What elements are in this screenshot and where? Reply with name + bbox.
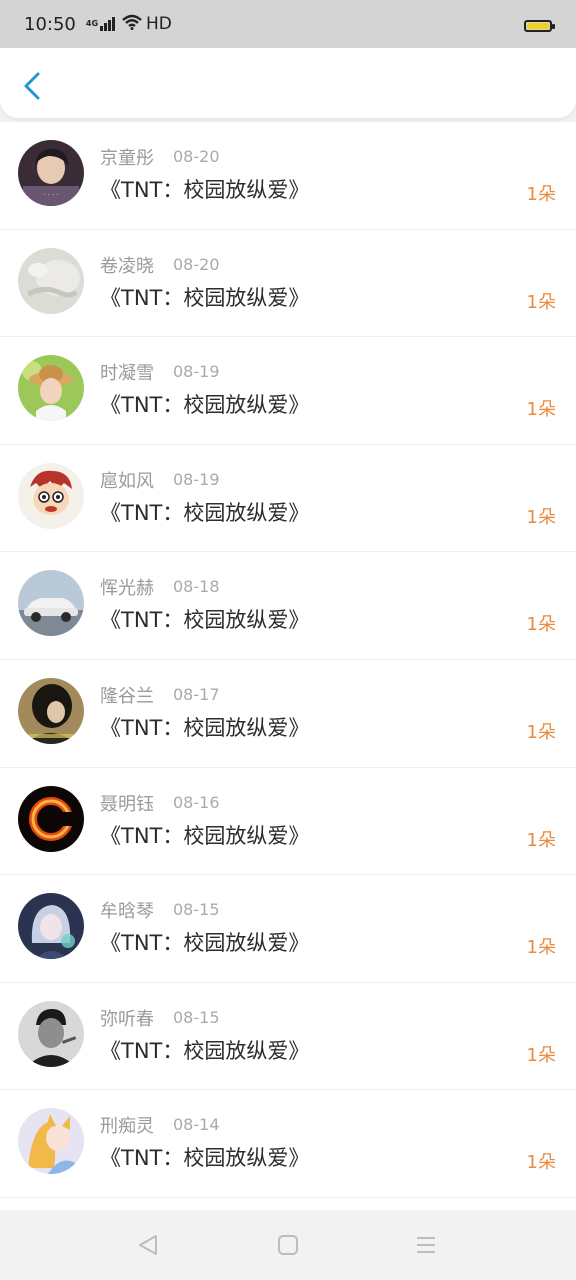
send-date: 08-19 bbox=[173, 469, 220, 489]
gift-amount: 1朵 bbox=[526, 937, 556, 959]
book-title: 《TNT：校园放纵爱》 bbox=[100, 500, 310, 525]
nav-home-button[interactable] bbox=[276, 1233, 300, 1257]
send-date: 08-18 bbox=[173, 577, 220, 597]
svg-text:· · · ·: · · · · bbox=[43, 191, 59, 199]
avatar-fire-letter bbox=[18, 785, 84, 852]
sender-name: 扈如风 bbox=[100, 470, 154, 492]
sender-name: 卷凌晓 bbox=[100, 255, 154, 277]
list-item[interactable]: 聂明钰 08-16 《TNT：校园放纵爱》 1朵 bbox=[0, 768, 576, 876]
sender-name: 刑痴灵 bbox=[100, 1116, 154, 1138]
list-item[interactable]: 牟晗琴 08-15 《TNT：校园放纵爱》 1朵 bbox=[0, 875, 576, 983]
hd-label: HD bbox=[146, 14, 172, 34]
nav-back-button[interactable] bbox=[136, 1233, 160, 1257]
book-title: 《TNT：校园放纵爱》 bbox=[100, 931, 310, 956]
book-title: 《TNT：校园放纵爱》 bbox=[100, 823, 310, 848]
avatar-pale-hand bbox=[18, 247, 84, 314]
list-item[interactable]: 卷凌晓 08-20 《TNT：校园放纵爱》 1朵 bbox=[0, 230, 576, 338]
status-bar: 10:50 4G HD bbox=[0, 0, 576, 48]
book-title: 《TNT：校园放纵爱》 bbox=[100, 393, 310, 418]
avatar-car bbox=[18, 570, 84, 637]
send-date: 08-16 bbox=[173, 792, 220, 812]
avatar-anime-fox bbox=[18, 1108, 84, 1175]
avatar-girl-hat bbox=[18, 355, 84, 422]
gift-amount: 1朵 bbox=[526, 1044, 556, 1066]
list-item[interactable]: · · · · 京童彤 08-20 《TNT：校园放纵爱》 1朵 bbox=[0, 122, 576, 230]
list-item[interactable]: 扈如风 08-19 《TNT：校园放纵爱》 1朵 bbox=[0, 445, 576, 553]
system-nav-bar bbox=[0, 1210, 576, 1280]
book-title: 《TNT：校园放纵爱》 bbox=[100, 285, 310, 310]
square-home-icon bbox=[278, 1235, 298, 1255]
network-type: 4G bbox=[85, 19, 99, 28]
send-date: 08-14 bbox=[173, 1115, 220, 1135]
status-time: 10:50 bbox=[24, 13, 76, 35]
book-title: 《TNT：校园放纵爱》 bbox=[100, 1146, 310, 1171]
gift-amount: 1朵 bbox=[526, 184, 556, 205]
send-date: 08-20 bbox=[173, 147, 220, 166]
sender-name: 京童彤 bbox=[100, 148, 154, 169]
gift-amount: 1朵 bbox=[526, 1152, 556, 1174]
back-button[interactable] bbox=[18, 70, 48, 102]
sender-name: 时凝雪 bbox=[100, 363, 154, 385]
gift-amount: 1朵 bbox=[526, 399, 556, 421]
sender-name: 弥听春 bbox=[100, 1008, 154, 1030]
book-title: 《TNT：校园放纵爱》 bbox=[100, 608, 310, 633]
sender-name: 聂明钰 bbox=[100, 793, 154, 815]
gift-amount: 1朵 bbox=[526, 614, 556, 636]
signal-icon bbox=[100, 17, 116, 31]
gift-amount: 1朵 bbox=[526, 506, 556, 528]
nav-menu-button[interactable] bbox=[414, 1233, 438, 1257]
gift-amount: 1朵 bbox=[526, 829, 556, 851]
list-item[interactable]: 刑痴灵 08-14 《TNT：校园放纵爱》 1朵 bbox=[0, 1090, 576, 1198]
battery-icon bbox=[524, 20, 555, 32]
send-date: 08-20 bbox=[173, 254, 220, 274]
send-date: 08-15 bbox=[173, 900, 220, 920]
sender-name: 牟晗琴 bbox=[100, 901, 154, 923]
list-item[interactable]: 弥听春 08-15 《TNT：校园放纵爱》 1朵 bbox=[0, 983, 576, 1091]
menu-lines-icon bbox=[417, 1237, 435, 1253]
send-date: 08-19 bbox=[173, 362, 220, 382]
send-date: 08-15 bbox=[173, 1007, 220, 1027]
sender-name: 恽光赫 bbox=[100, 578, 154, 600]
avatar-dark-woman bbox=[18, 677, 84, 744]
sender-name: 隆谷兰 bbox=[100, 685, 154, 707]
chevron-left-icon bbox=[24, 72, 40, 100]
top-header bbox=[0, 48, 576, 118]
avatar-anime-girl bbox=[18, 893, 84, 960]
gift-amount: 1朵 bbox=[526, 721, 556, 743]
triangle-back-icon bbox=[139, 1235, 157, 1255]
book-title: 《TNT：校园放纵爱》 bbox=[100, 1038, 310, 1063]
send-date: 08-17 bbox=[173, 684, 220, 704]
list-item[interactable]: 恽光赫 08-18 《TNT：校园放纵爱》 1朵 bbox=[0, 552, 576, 660]
gift-record-list: · · · · 京童彤 08-20 《TNT：校园放纵爱》 1朵 卷凌晓 08-… bbox=[0, 122, 576, 1210]
book-title: 《TNT：校园放纵爱》 bbox=[100, 178, 310, 202]
list-item[interactable]: 时凝雪 08-19 《TNT：校园放纵爱》 1朵 bbox=[0, 337, 576, 445]
wifi-icon bbox=[122, 14, 142, 35]
book-title: 《TNT：校园放纵爱》 bbox=[100, 715, 310, 740]
avatar-cartoon bbox=[18, 462, 84, 529]
gift-amount: 1朵 bbox=[526, 291, 556, 313]
avatar-young-man: · · · · bbox=[18, 140, 84, 206]
avatar-man-bw bbox=[18, 1000, 84, 1067]
list-item[interactable]: 隆谷兰 08-17 《TNT：校园放纵爱》 1朵 bbox=[0, 660, 576, 768]
